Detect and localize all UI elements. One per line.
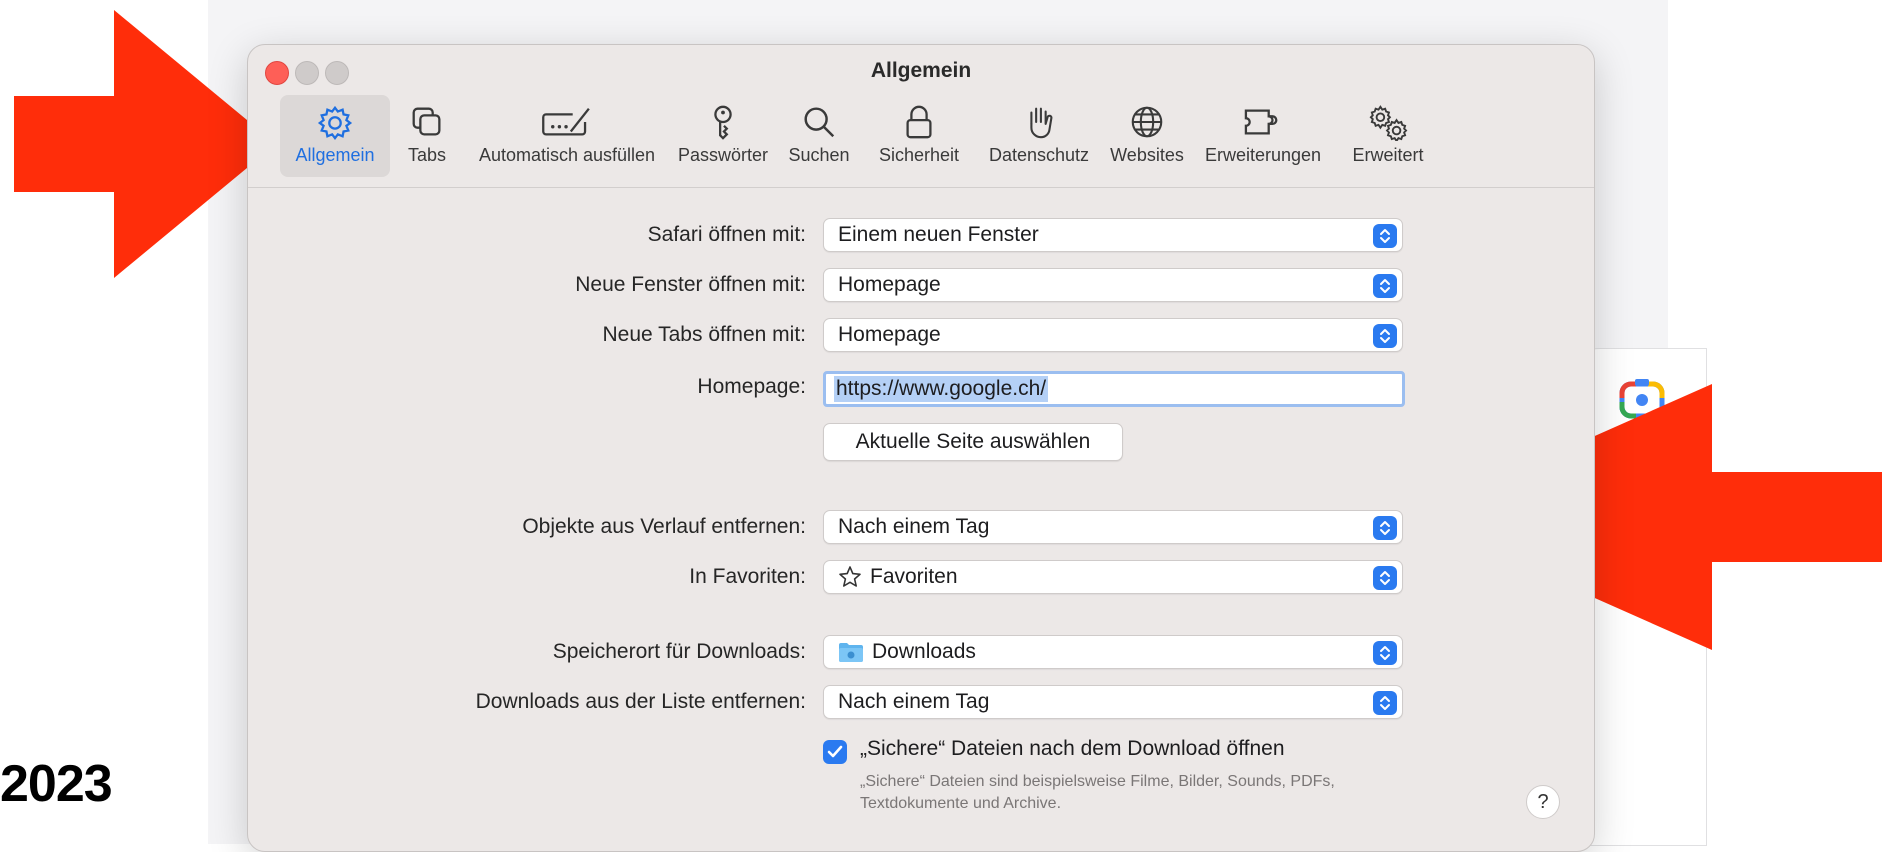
- safari-settings-window: Allgemein Allgemein Tabs Automatisch aus…: [247, 44, 1595, 852]
- chevron-updown-icon: [1373, 324, 1397, 348]
- tab-allgemein[interactable]: Allgemein: [280, 95, 390, 177]
- chevron-updown-icon: [1373, 641, 1397, 665]
- tab-allgemein-label: Allgemein: [295, 145, 375, 165]
- select-remove-downloads[interactable]: Nach einem Tag: [823, 685, 1403, 719]
- autofill-icon: [542, 107, 590, 136]
- tab-tabs-label: Tabs: [407, 145, 447, 165]
- extension-icon: [1244, 109, 1278, 135]
- chevron-updown-icon: [1373, 566, 1397, 590]
- open-safe-files-label[interactable]: „Sichere“ Dateien nach dem Download öffn…: [860, 737, 1285, 761]
- annotation-arrow-right: [14, 10, 276, 278]
- label-remove-history: Objekte aus Verlauf entfernen:: [522, 515, 806, 538]
- help-button[interactable]: ?: [1526, 785, 1560, 819]
- set-current-page-button[interactable]: Aktuelle Seite auswählen: [823, 423, 1123, 461]
- open-safe-files-hint: „Sichere“ Dateien sind beispielsweise Fi…: [860, 773, 1335, 812]
- tab-privacy[interactable]: Datenschutz: [978, 95, 1100, 177]
- key-icon: [714, 105, 732, 140]
- chevron-updown-icon: [1373, 516, 1397, 540]
- tab-security-label: Sicherheit: [878, 145, 960, 165]
- folder-icon: [838, 641, 864, 663]
- select-remove-downloads-value: Nach einem Tag: [838, 690, 990, 713]
- star-icon: [838, 565, 862, 589]
- tab-passwords-label: Passwörter: [677, 145, 769, 165]
- select-favorites[interactable]: Favoriten: [823, 560, 1403, 594]
- select-new-tabs-value: Homepage: [838, 323, 941, 346]
- tab-tabs[interactable]: Tabs: [396, 95, 458, 177]
- checkmark-icon: [827, 745, 843, 758]
- tab-extensions-label: Erweiterungen: [1204, 145, 1322, 165]
- tab-privacy-label: Datenschutz: [988, 145, 1090, 165]
- tab-passwords[interactable]: Passwörter: [673, 95, 773, 177]
- tab-extensions[interactable]: Erweiterungen: [1196, 95, 1330, 177]
- open-safe-files-checkbox[interactable]: [823, 740, 847, 764]
- tab-websites[interactable]: Websites: [1103, 95, 1191, 177]
- tab-security[interactable]: Sicherheit: [865, 95, 973, 177]
- titlebar: Allgemein Allgemein Tabs Automatisch aus…: [248, 45, 1594, 188]
- globe-icon: [1131, 106, 1163, 138]
- label-homepage: Homepage:: [697, 375, 806, 398]
- window-title: Allgemein: [870, 59, 972, 82]
- tabs-icon: [412, 107, 441, 136]
- tab-advanced-label: Erweitert: [1352, 145, 1424, 165]
- homepage-input[interactable]: https://www.google.ch/: [823, 371, 1405, 407]
- gears-icon: [1369, 105, 1408, 141]
- tab-search[interactable]: Suchen: [778, 95, 860, 177]
- select-download-location-value: Downloads: [872, 640, 976, 663]
- label-favorites: In Favoriten:: [689, 565, 806, 588]
- chevron-updown-icon: [1373, 691, 1397, 715]
- tab-autofill-label: Automatisch ausfüllen: [478, 145, 656, 165]
- gear-icon: [317, 105, 353, 141]
- tab-advanced[interactable]: Erweitert: [1338, 95, 1438, 177]
- label-new-windows: Neue Fenster öffnen mit:: [575, 273, 806, 296]
- label-new-tabs: Neue Tabs öffnen mit:: [602, 323, 806, 346]
- tab-autofill[interactable]: Automatisch ausfüllen: [463, 95, 671, 177]
- label-safari-open: Safari öffnen mit:: [647, 223, 806, 246]
- search-icon: [804, 107, 835, 138]
- select-remove-history-value: Nach einem Tag: [838, 515, 990, 538]
- tab-websites-label: Websites: [1110, 145, 1184, 165]
- select-safari-open-value: Einem neuen Fenster: [838, 223, 1039, 246]
- select-download-location[interactable]: Downloads: [823, 635, 1403, 669]
- hand-icon: [1030, 107, 1053, 139]
- select-remove-history[interactable]: Nach einem Tag: [823, 510, 1403, 544]
- select-new-tabs[interactable]: Homepage: [823, 318, 1403, 352]
- chevron-updown-icon: [1373, 224, 1397, 248]
- select-new-windows[interactable]: Homepage: [823, 268, 1403, 302]
- tab-search-label: Suchen: [788, 145, 850, 165]
- chevron-updown-icon: [1373, 274, 1397, 298]
- label-remove-downloads: Downloads aus der Liste entfernen:: [475, 690, 806, 713]
- select-new-windows-value: Homepage: [838, 273, 941, 296]
- select-safari-open[interactable]: Einem neuen Fenster: [823, 218, 1403, 252]
- year-label: 2023: [0, 755, 113, 813]
- homepage-input-value: https://www.google.ch/: [834, 376, 1049, 402]
- lock-icon: [906, 105, 932, 139]
- select-favorites-value: Favoriten: [870, 565, 958, 588]
- label-download-location: Speicherort für Downloads:: [552, 640, 806, 663]
